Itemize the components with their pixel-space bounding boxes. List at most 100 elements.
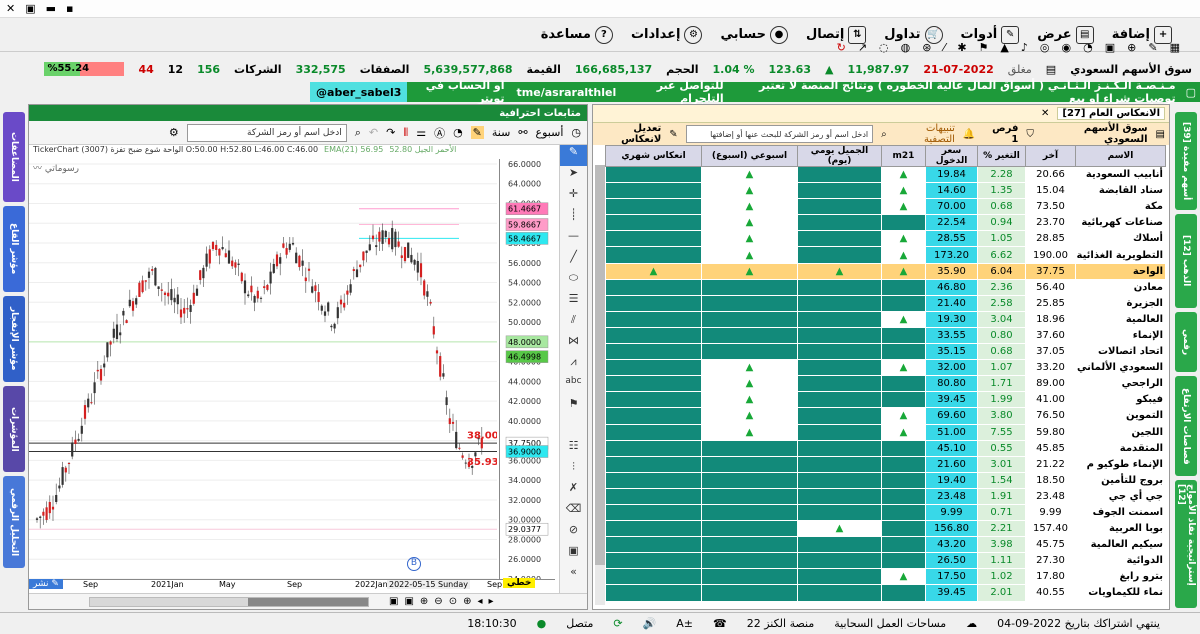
- left-tab-bottom-indicator[interactable]: مؤشر القاع: [3, 206, 25, 292]
- table-row[interactable]: نماء للكيماويات 40.55 2.01 39.45: [605, 584, 1166, 602]
- lock-icon[interactable]: ▣: [560, 544, 587, 565]
- table-row[interactable]: اتحاد اتصالات 37.05 0.68 35.15: [605, 343, 1166, 361]
- col-monthly[interactable]: انعكاس شهري: [605, 145, 702, 167]
- flag-icon[interactable]: ⚑: [979, 41, 989, 54]
- line-icon[interactable]: ⁄: [943, 41, 945, 54]
- bell-icon[interactable]: ♪: [1021, 41, 1028, 54]
- table-row[interactable]: سيكيم العالمية 45.75 3.98 43.20: [605, 536, 1166, 554]
- table-row[interactable]: بوبا العربية 157.40 2.21 156.80 ▲: [605, 520, 1166, 538]
- table-row[interactable]: بترو رابغ 17.80 1.02 17.50 ▲: [605, 568, 1166, 586]
- cursor-icon[interactable]: ➤: [560, 166, 587, 187]
- pattern-icon[interactable]: ⋈: [560, 334, 587, 355]
- line-type-button[interactable]: خطي: [503, 578, 536, 588]
- abc-icon[interactable]: abc: [560, 376, 587, 397]
- left-tab-explosion-indicator[interactable]: مؤشر الإنفجار: [3, 296, 25, 382]
- zigzag-icon[interactable]: ⩘: [560, 355, 587, 376]
- table-row[interactable]: الإنماء طوكيو م 21.22 3.01 21.60: [605, 455, 1166, 473]
- search-icon[interactable]: ⌕: [355, 126, 361, 140]
- levels-icon[interactable]: ⫶: [560, 460, 587, 481]
- right-tab-digital[interactable]: رقمي: [1175, 312, 1197, 372]
- horizontal-line-icon[interactable]: —: [560, 229, 587, 250]
- clear-icon[interactable]: ✗: [560, 481, 587, 502]
- col-daily[interactable]: الجميل يومي (يوم): [797, 145, 882, 167]
- scroll-left-icon[interactable]: ◂: [477, 596, 482, 607]
- col-last[interactable]: آخر: [1025, 145, 1076, 167]
- candle-type-icon[interactable]: ⚌: [416, 126, 426, 139]
- table-row[interactable]: الإنماء 37.60 0.80 33.55: [605, 326, 1166, 345]
- star-icon[interactable]: ✱: [957, 41, 966, 54]
- eraser-icon[interactable]: ⌫: [560, 502, 587, 523]
- table-row[interactable]: اسمنت الجوف 9.99 0.71 9.99: [605, 503, 1166, 522]
- bell-icon[interactable]: 🔔: [963, 129, 975, 140]
- news-icon[interactable]: ▣: [1105, 41, 1115, 54]
- draw-tool-icon[interactable]: ✎: [470, 126, 484, 139]
- chance-button[interactable]: فرص 1: [983, 123, 1018, 145]
- camera-icon[interactable]: ▪: [66, 2, 73, 15]
- rss-icon[interactable]: ◔: [1083, 41, 1093, 54]
- market-name[interactable]: سوق الأسهم السعودي: [1070, 63, 1192, 76]
- search-icon[interactable]: ⌕: [881, 129, 887, 140]
- tab-close-icon[interactable]: ✕: [1041, 108, 1049, 119]
- font-size-icon[interactable]: ±A: [676, 617, 693, 630]
- trendline-icon[interactable]: ╱: [560, 250, 587, 271]
- right-tab-wave-strategy[interactable]: إستراتيجية نفاذ الأمواج [12]: [1175, 480, 1197, 608]
- table-row[interactable]: الجزيرة 25.85 2.58 21.40: [605, 294, 1166, 312]
- table-row[interactable]: أسلاك 28.85 1.05 28.55 ▲ ▲: [605, 230, 1166, 248]
- col-entry[interactable]: سعر الدخول: [925, 145, 978, 167]
- indicator-icon[interactable]: ◔: [453, 126, 463, 139]
- minimize-icon[interactable]: ▬: [46, 2, 56, 15]
- chart-scrollbar[interactable]: ▣ ▣ ⊕ ⊖ ⊙ ⊕ ◂ ▸: [29, 593, 587, 609]
- zoom-out-icon[interactable]: ⊖: [434, 596, 442, 607]
- filter-icon[interactable]: ⛉: [1026, 129, 1034, 140]
- speaker-icon[interactable]: 🔊: [643, 617, 657, 630]
- share-button[interactable]: نشر ✎: [29, 579, 63, 589]
- left-tab-indicators[interactable]: المؤشرات: [3, 386, 25, 472]
- chat-icon[interactable]: ◌: [879, 41, 889, 54]
- table-row[interactable]: صناعات كهربائية 23.70 0.94 22.54 ▲: [605, 214, 1166, 232]
- scroll-thumb[interactable]: [595, 165, 605, 565]
- table-row[interactable]: العالمية 18.96 3.04 19.30 ▲: [605, 310, 1166, 328]
- edit-reversal-button[interactable]: تعديل لانعكاس: [593, 123, 661, 145]
- alert-icon[interactable]: ▲: [1000, 41, 1008, 54]
- lock-icon[interactable]: ◉: [1062, 41, 1072, 54]
- table-row[interactable]: المتقدمة 45.85 0.55 45.10: [605, 439, 1166, 457]
- phone-icon[interactable]: ☎: [713, 617, 727, 630]
- redo-icon[interactable]: ↷: [386, 126, 395, 139]
- edit-icon[interactable]: ✎: [1148, 41, 1157, 54]
- table-row[interactable]: فيبكو 41.00 1.99 39.45 ▲: [605, 391, 1166, 409]
- col-change[interactable]: التغير %: [977, 145, 1026, 167]
- link-icon[interactable]: ⚯: [518, 126, 527, 139]
- flag-icon[interactable]: ⚑: [560, 397, 587, 418]
- price-plot[interactable]: 38.00 35.93: [29, 159, 497, 579]
- table-row[interactable]: التموين 76.50 3.80 69.60 ▲ ▲: [605, 407, 1166, 425]
- table-row[interactable]: الدوائية 27.30 1.11 26.50: [605, 552, 1166, 570]
- edit-icon[interactable]: ✎: [669, 129, 677, 140]
- table-row[interactable]: أنابيب السعودية 20.66 2.28 19.84 ▲ ▲: [605, 165, 1166, 184]
- list-icon[interactable]: ☷: [560, 439, 587, 460]
- market-select[interactable]: سوق الأسهم السعودي: [1042, 123, 1148, 145]
- undo-icon[interactable]: ↶: [369, 126, 378, 139]
- table-row[interactable]: جي أي جي 23.48 1.91 23.48: [605, 487, 1166, 505]
- chart-search-input[interactable]: ادخل اسم أو رمز الشركة: [186, 123, 347, 142]
- close-icon[interactable]: ✕: [6, 2, 15, 15]
- zoom-reset-icon[interactable]: ⊙: [449, 596, 457, 607]
- refresh-icon[interactable]: ↻: [837, 41, 846, 54]
- table-row[interactable]: التطويرية الغذائية 190.00 6.62 173.20 ▲ ▲: [605, 246, 1166, 264]
- zoom-box-icon[interactable]: ▣: [404, 596, 413, 607]
- period-select[interactable]: أسبوع: [536, 126, 564, 139]
- maximize-icon[interactable]: ▣: [25, 2, 35, 15]
- hide-icon[interactable]: ⊘: [560, 523, 587, 544]
- text-a-icon[interactable]: Ⓐ: [434, 125, 445, 141]
- table-row[interactable]: الراجحي 89.00 1.71 80.80 ▲: [605, 375, 1166, 393]
- right-tab-gold[interactable]: الذهب [12]: [1175, 214, 1197, 308]
- workspaces-text[interactable]: مساحات العمل السحابية: [834, 617, 946, 630]
- settings-icon[interactable]: ⚙: [169, 126, 179, 139]
- table-row[interactable]: السعودي الألماني ا 33.20 1.07 32.00 ▲ ▲: [605, 359, 1166, 377]
- col-m21[interactable]: m21: [881, 145, 926, 167]
- zoom-fit-icon[interactable]: ▣: [389, 596, 398, 607]
- zoom-in-icon[interactable]: ⊕: [420, 596, 428, 607]
- table-row[interactable]: الواحة 37.75 6.04 35.90 ▲ ▲ ▲ ▲: [605, 262, 1166, 280]
- range-select[interactable]: سنة: [492, 126, 510, 139]
- bar-type-icon[interactable]: ⦀: [403, 126, 408, 140]
- table-scrollbar[interactable]: [595, 165, 605, 605]
